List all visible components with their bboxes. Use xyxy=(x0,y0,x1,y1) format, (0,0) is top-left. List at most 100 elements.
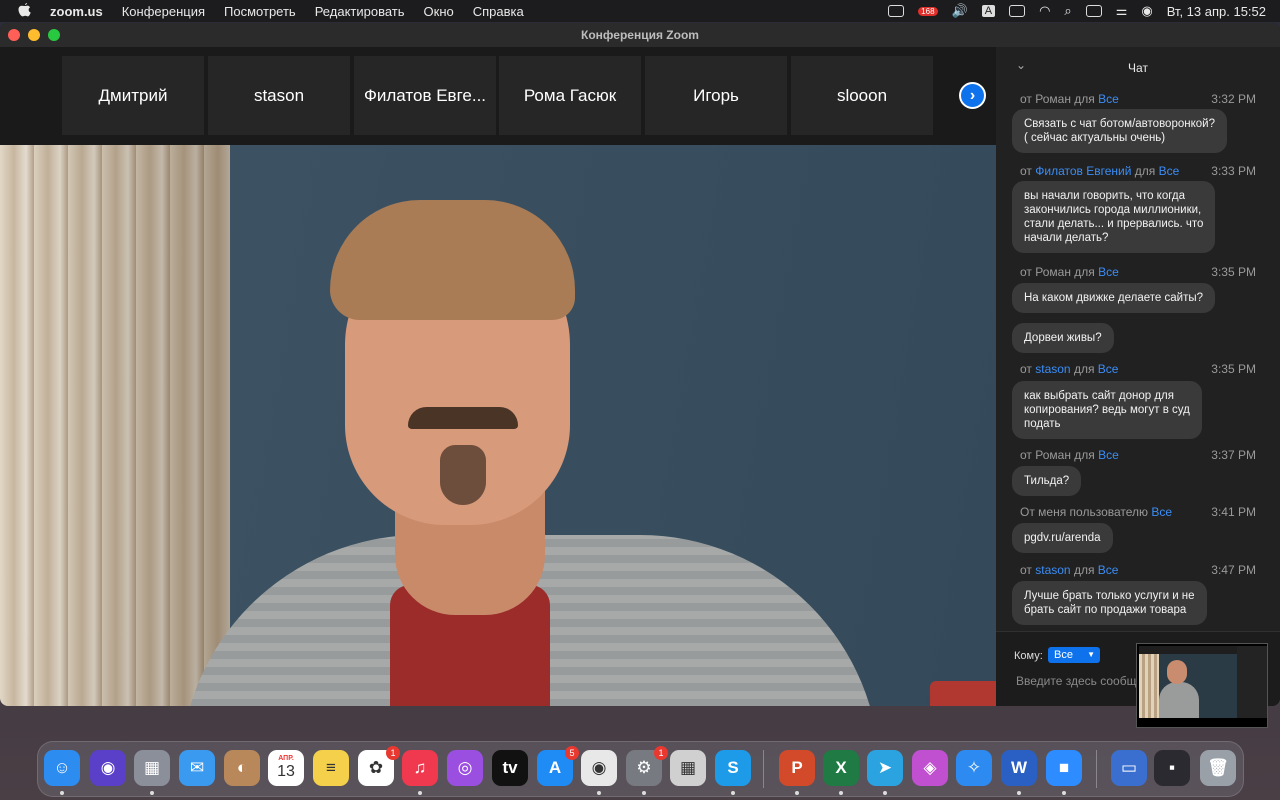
recipient-name[interactable]: Все xyxy=(1098,265,1119,279)
chat-messages[interactable]: от Роман для Все 3:32 PM Связать с чат бот… xyxy=(996,89,1280,625)
chat-message-bubble[interactable]: Связать с чат ботом/автоворонкой?( сейча… xyxy=(1012,109,1227,153)
sender-name[interactable]: Роман xyxy=(1035,448,1074,462)
word-icon[interactable]: W xyxy=(1001,750,1037,786)
recipient-name[interactable]: Все xyxy=(1159,164,1180,178)
from-prefix: От меня пользователю xyxy=(1020,505,1152,519)
message-time: 3:37 PM xyxy=(1211,448,1256,462)
mail-icon[interactable]: ✉ xyxy=(179,750,215,786)
chat-message-meta: от stason для Все 3:47 PM xyxy=(1020,563,1268,577)
window-title: Конференция Zoom xyxy=(581,28,699,42)
launchpad-icon[interactable]: ▦ xyxy=(134,750,170,786)
menu-app-name[interactable]: zoom.us xyxy=(50,4,103,19)
message-time: 3:35 PM xyxy=(1211,265,1256,279)
zoom-icon[interactable]: ■ xyxy=(1046,750,1082,786)
apple-tv-icon[interactable]: tv xyxy=(492,750,528,786)
calendar-icon[interactable]: АПР. 13 xyxy=(268,750,304,786)
recipient-name[interactable]: Все xyxy=(1098,448,1119,462)
running-indicator xyxy=(60,791,64,795)
self-view-chat xyxy=(1237,646,1267,718)
powerpoint-icon[interactable]: P xyxy=(779,750,815,786)
chat-message-bubble[interactable]: Тильда? xyxy=(1012,466,1082,496)
chat-panel: ⌄ Чат от Роман для Все 3:32 PM Связать с ч… xyxy=(996,47,1280,706)
music-icon[interactable]: ♫ xyxy=(402,750,438,786)
spotlight-search-icon[interactable]: ⌕ xyxy=(1064,3,1071,19)
from-prefix: от xyxy=(1020,265,1036,279)
dock: ☺ ◉ ▦ ✉ ◐ АПР. 13 ≡ ✿ 1 ♫ ◎ tv A 5 ◉ ⚙ 1 ▦ S P X ➤ ◈ ✧ W ■ ▭ ▪ 🗑 xyxy=(37,741,1244,797)
participant-tile[interactable]: Игорь xyxy=(645,56,787,135)
to-prefix: для xyxy=(1074,265,1099,279)
chat-message-bubble[interactable]: Лучше брать только услуги и не брать сайт… xyxy=(1012,581,1207,625)
calculator-icon[interactable]: ▦ xyxy=(670,750,706,786)
window-titlebar[interactable]: Конференция Zoom xyxy=(0,23,1280,47)
recipient-value: Все xyxy=(1054,649,1073,661)
recipient-name[interactable]: Все xyxy=(1151,505,1172,519)
contacts-icon[interactable]: ◐ xyxy=(224,750,260,786)
notes-icon[interactable]: ≡ xyxy=(313,750,349,786)
running-indicator xyxy=(839,791,843,795)
menu-help[interactable]: Справка xyxy=(473,4,524,19)
chat-message-bubble[interactable]: как выбрать сайт донор для копирования? в… xyxy=(1012,381,1202,439)
dock-badge: 5 xyxy=(565,746,579,760)
menu-window[interactable]: Окно xyxy=(424,4,454,19)
dock-separator xyxy=(1096,750,1097,788)
apple-logo-icon[interactable] xyxy=(18,2,32,20)
chat-message-meta: От меня пользователю Все 3:41 PM xyxy=(1020,505,1268,519)
podcasts-icon[interactable]: ◎ xyxy=(447,750,483,786)
recipient-name[interactable]: Все xyxy=(1098,362,1119,376)
siri-icon[interactable]: ◉ xyxy=(1141,3,1152,19)
telegram-icon[interactable]: ➤ xyxy=(867,750,903,786)
participant-tile[interactable]: Дмитрий xyxy=(62,56,204,135)
chat-message-bubble[interactable]: На каком движке делаете сайты? xyxy=(1012,283,1215,313)
menu-conference[interactable]: Конференция xyxy=(122,4,205,19)
control-center-icon[interactable]: ⚌ xyxy=(1116,3,1128,19)
input-source-icon[interactable]: A xyxy=(981,5,996,17)
participant-tile[interactable]: Филатов Евге... xyxy=(354,56,496,135)
volume-icon[interactable]: 🔊 xyxy=(952,3,968,19)
menu-edit[interactable]: Редактировать xyxy=(315,4,405,19)
recipient-select[interactable]: Все ▼ xyxy=(1048,647,1100,663)
running-indicator xyxy=(418,791,422,795)
screenshot-folder-icon[interactable]: ▭ xyxy=(1111,750,1147,786)
chat-message-bubble[interactable]: Дорвеи живы? xyxy=(1012,323,1114,353)
sender-name[interactable]: Роман xyxy=(1035,92,1074,106)
from-prefix: от xyxy=(1020,362,1036,376)
menu-view[interactable]: Посмотреть xyxy=(224,4,296,19)
siri-icon[interactable]: ◉ xyxy=(90,750,126,786)
colorsnapper-icon[interactable]: ◈ xyxy=(912,750,948,786)
chat-message-bubble[interactable]: pgdv.ru/arenda xyxy=(1012,523,1113,553)
chat-message-bubble[interactable]: вы начали говорить, что когда закончились… xyxy=(1012,181,1216,253)
background-object xyxy=(930,681,996,706)
notification-badge[interactable]: 168 xyxy=(918,6,938,16)
message-time: 3:41 PM xyxy=(1211,505,1256,519)
recipient-label: Кому: xyxy=(1014,650,1043,662)
zoom-status-icon[interactable] xyxy=(888,5,905,17)
finder-icon[interactable]: ☺ xyxy=(44,750,80,786)
recipient-name[interactable]: Все xyxy=(1098,92,1119,106)
safari-icon[interactable]: ✧ xyxy=(956,750,992,786)
recent-screenshot-icon[interactable]: ▪ xyxy=(1154,750,1190,786)
participant-tile[interactable]: slooon xyxy=(791,56,933,135)
recipient-name[interactable]: Все xyxy=(1098,563,1119,577)
participant-tile[interactable]: Рома Гасюк xyxy=(499,56,641,135)
dock-badge: 1 xyxy=(386,746,400,760)
sender-name[interactable]: Роман xyxy=(1035,265,1074,279)
window-blinds xyxy=(0,145,230,706)
next-participants-button[interactable]: › xyxy=(959,82,986,109)
self-view-thumbnail[interactable] xyxy=(1136,643,1268,728)
sender-name[interactable]: stason xyxy=(1035,563,1074,577)
sender-name[interactable]: Филатов Евгений xyxy=(1035,164,1135,178)
keyboard-icon[interactable] xyxy=(1085,5,1102,17)
wifi-icon[interactable]: ◠ xyxy=(1039,3,1050,19)
speaker-beard xyxy=(440,445,486,505)
excel-icon[interactable]: X xyxy=(823,750,859,786)
participant-tile[interactable]: stason xyxy=(208,56,350,135)
speaker-hair xyxy=(330,200,575,320)
chat-message-input[interactable]: Введите здесь сообщ xyxy=(1016,674,1136,688)
chrome-icon[interactable]: ◉ xyxy=(581,750,617,786)
clock[interactable]: Вт, 13 апр. 15:52 xyxy=(1167,4,1266,19)
active-speaker-video[interactable] xyxy=(0,145,996,706)
sender-name[interactable]: stason xyxy=(1035,362,1074,376)
trash-icon[interactable]: 🗑 xyxy=(1200,750,1236,786)
battery-icon[interactable] xyxy=(1009,5,1026,17)
skype-icon[interactable]: S xyxy=(715,750,751,786)
